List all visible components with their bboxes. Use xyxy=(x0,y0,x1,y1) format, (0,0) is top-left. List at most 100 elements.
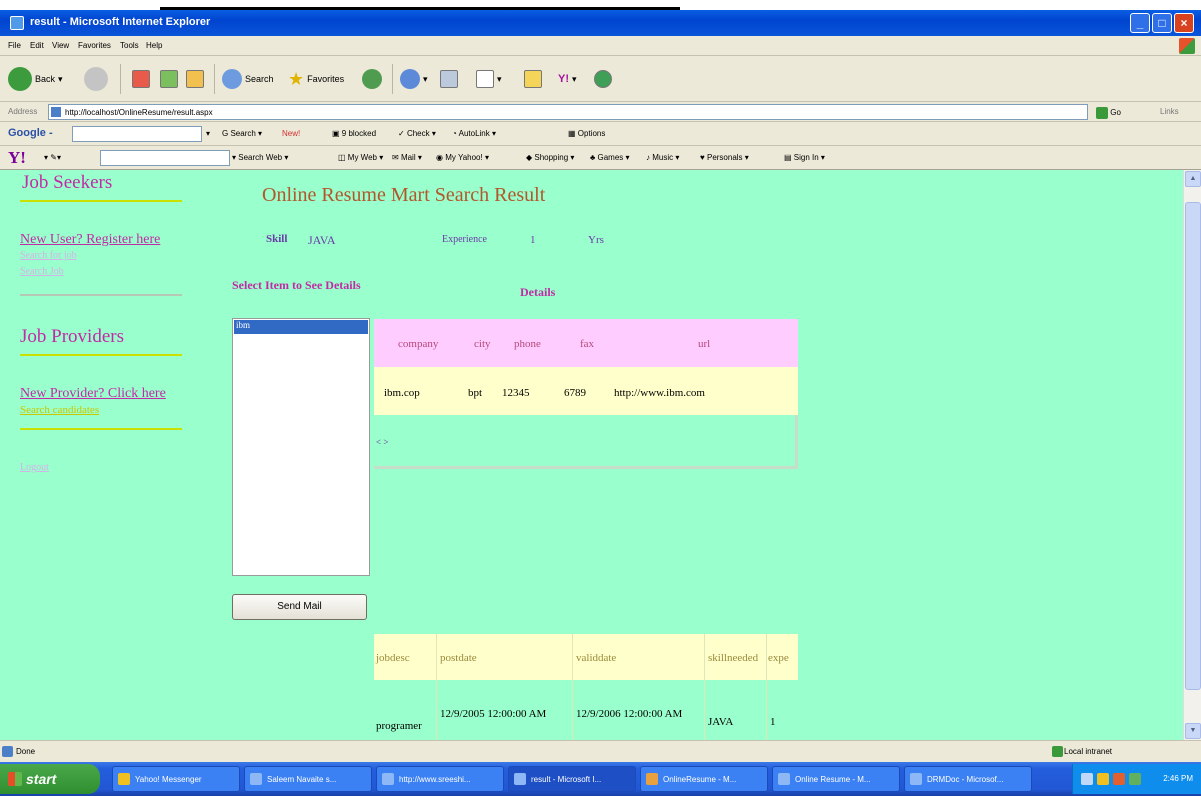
yahoo-search-input[interactable] xyxy=(100,150,230,166)
security-icon[interactable] xyxy=(1129,773,1141,785)
divider xyxy=(20,200,182,202)
menu-tools[interactable]: Tools xyxy=(120,41,139,50)
mail-button[interactable]: ▾ xyxy=(400,66,428,92)
vertical-scrollbar[interactable]: ▲ ▼ xyxy=(1183,170,1201,740)
taskbar-item[interactable]: http://www.sreeshi... xyxy=(376,766,504,792)
autolink-button[interactable]: ◔ AutoLink ▾ xyxy=(452,129,496,138)
search-for-job-link[interactable]: Search for job xyxy=(20,250,77,261)
chevron-down-icon: ▾ xyxy=(58,73,63,84)
ie-icon xyxy=(514,773,526,785)
back-button[interactable]: Back ▾ xyxy=(8,66,63,92)
menu-file[interactable]: File xyxy=(8,41,21,50)
job-seekers-heading: Job Seekers xyxy=(22,172,113,193)
details-table: company city phone fax url ibm.cop bpt 1… xyxy=(374,319,798,469)
yahoo-personals-button[interactable]: ♥ Personals ▾ xyxy=(700,153,749,162)
search-button[interactable]: Search xyxy=(222,66,274,92)
network-icon[interactable] xyxy=(1081,773,1093,785)
pager[interactable]: < > xyxy=(376,437,388,447)
windows-flag-icon xyxy=(8,772,22,786)
links-label[interactable]: Links xyxy=(1160,107,1179,116)
back-arrow-icon xyxy=(8,67,32,91)
yahoo-my-yahoo-button[interactable]: ◉ My Yahoo! ▾ xyxy=(436,153,489,162)
address-bar: Address http://localhost/OnlineResume/re… xyxy=(0,102,1201,122)
menu-view[interactable]: View xyxy=(52,41,69,50)
items-listbox[interactable]: ibm xyxy=(232,318,370,576)
list-item[interactable]: ibm xyxy=(234,320,368,334)
yahoo-shopping-button[interactable]: ◆ Shopping ▾ xyxy=(526,153,574,162)
google-search-input[interactable] xyxy=(72,126,202,142)
maximize-button[interactable]: □ xyxy=(1152,13,1172,33)
toolbar-separator xyxy=(214,64,215,94)
stop-button[interactable] xyxy=(132,66,150,92)
taskbar-item[interactable]: Yahoo! Messenger xyxy=(112,766,240,792)
word-icon xyxy=(778,773,790,785)
yahoo-menu-icon[interactable]: ▾ ✎▾ xyxy=(44,153,61,162)
google-search-button[interactable]: G Search ▾ xyxy=(222,129,262,138)
edit-button[interactable]: ▾ xyxy=(476,66,502,92)
close-button[interactable]: × xyxy=(1174,13,1194,33)
address-input[interactable]: http://localhost/OnlineResume/result.asp… xyxy=(48,104,1088,120)
start-button[interactable]: start xyxy=(0,764,100,794)
search-job-link[interactable]: Search Job xyxy=(20,266,64,277)
history-button[interactable] xyxy=(362,66,382,92)
volume-icon[interactable] xyxy=(1113,773,1125,785)
taskbar-item-active[interactable]: result - Microsoft I... xyxy=(508,766,636,792)
experience-value: 1 xyxy=(530,234,536,246)
go-button[interactable]: Go xyxy=(1096,104,1130,120)
popup-blocked-button[interactable]: ▣ 9 blocked xyxy=(332,129,376,138)
messenger-tray-icon[interactable] xyxy=(1097,773,1109,785)
history-icon xyxy=(362,69,382,89)
favorites-button[interactable]: ★ Favorites xyxy=(288,66,344,92)
refresh-button[interactable] xyxy=(160,66,178,92)
taskbar-item[interactable]: Online Resume - M... xyxy=(772,766,900,792)
years-label: Yrs xyxy=(588,234,604,246)
print-button[interactable] xyxy=(440,66,458,92)
yahoo-sign-in-button[interactable]: ▤ Sign In ▾ xyxy=(784,153,825,162)
folder-button[interactable] xyxy=(524,66,542,92)
taskbar-item[interactable]: DRMDoc - Microsof... xyxy=(904,766,1032,792)
google-news-button[interactable]: New! xyxy=(282,129,300,138)
messenger-icon: Y! xyxy=(558,73,569,85)
home-icon xyxy=(186,70,204,88)
google-options-button[interactable]: ▦ Options xyxy=(568,129,605,138)
menu-favorites[interactable]: Favorites xyxy=(78,41,111,50)
forward-arrow-icon xyxy=(84,67,108,91)
home-button[interactable] xyxy=(186,66,204,92)
taskbar: start Yahoo! Messenger Saleem Navaite s.… xyxy=(0,762,1201,796)
yahoo-mail-button[interactable]: ✉ Mail ▾ xyxy=(392,153,422,162)
logout-link[interactable]: Logout xyxy=(20,462,49,473)
spell-check-button[interactable]: ✓ Check ▾ xyxy=(398,129,436,138)
menu-help[interactable]: Help xyxy=(146,41,162,50)
yahoo-search-web-button[interactable]: ▾ Search Web ▾ xyxy=(232,153,288,162)
minimize-button[interactable]: _ xyxy=(1130,13,1150,33)
search-icon xyxy=(222,69,242,89)
google-logo[interactable]: Google - xyxy=(8,127,53,139)
yahoo-games-button[interactable]: ♣ Games ▾ xyxy=(590,153,630,162)
messenger-button[interactable]: Y! ▾ xyxy=(558,66,577,92)
yahoo-my-web-button[interactable]: ◫ My Web ▾ xyxy=(338,153,383,162)
menu-edit[interactable]: Edit xyxy=(30,41,44,50)
yahoo-logo[interactable]: Y! xyxy=(8,148,26,168)
taskbar-item[interactable]: Saleem Navaite s... xyxy=(244,766,372,792)
new-user-register-link[interactable]: New User? Register here xyxy=(20,232,160,248)
header-validdate: validdate xyxy=(576,652,617,664)
yahoo-music-button[interactable]: ♪ Music ▾ xyxy=(646,153,679,162)
taskbar-item[interactable]: OnlineResume - M... xyxy=(640,766,768,792)
column-divider xyxy=(436,634,437,740)
header-url: url xyxy=(698,338,711,350)
search-candidates-link[interactable]: Search candidates xyxy=(20,404,99,416)
forward-button[interactable] xyxy=(84,66,108,92)
scroll-down-icon[interactable]: ▼ xyxy=(1185,723,1201,739)
cell-validdate: 12/9/2006 12:00:00 AM xyxy=(576,708,683,720)
zone-text: Local intranet xyxy=(1064,747,1113,756)
scroll-thumb[interactable] xyxy=(1185,202,1201,690)
new-provider-link[interactable]: New Provider? Click here xyxy=(20,386,166,402)
chevron-down-icon[interactable]: ▾ xyxy=(206,129,210,138)
messenger2-button[interactable] xyxy=(594,66,612,92)
header-expe: expe xyxy=(768,652,789,664)
scroll-up-icon[interactable]: ▲ xyxy=(1185,171,1201,187)
table-header: jobdesc postdate validdate skillneeded e… xyxy=(374,634,798,680)
top-band xyxy=(0,0,1201,10)
experience-label: Experience xyxy=(442,234,487,245)
send-mail-button[interactable]: Send Mail xyxy=(232,594,367,620)
